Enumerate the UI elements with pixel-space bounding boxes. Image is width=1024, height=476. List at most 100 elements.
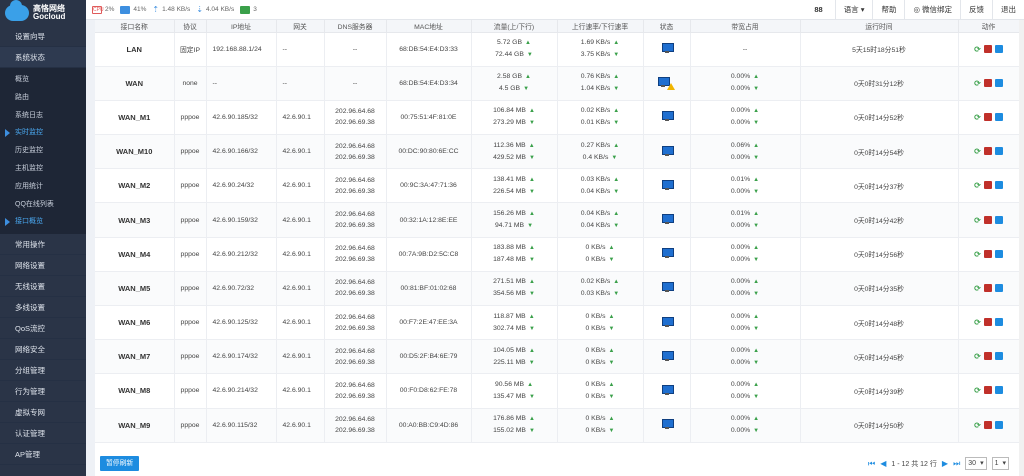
refresh-icon[interactable]: ⟳ xyxy=(974,352,981,361)
menu-item[interactable]: 网络安全 xyxy=(0,339,86,361)
rate-line: 0 KB/s ▼ xyxy=(558,425,643,437)
refresh-icon[interactable]: ⟳ xyxy=(974,318,981,327)
menu-item[interactable]: 网络设置 xyxy=(0,255,86,277)
menu-item[interactable]: 常用操作 xyxy=(0,234,86,256)
menu-item[interactable]: 设置向导 xyxy=(0,26,86,47)
menu-item[interactable]: 无线设置 xyxy=(0,276,86,298)
edit-icon[interactable] xyxy=(994,112,1003,121)
menu-item[interactable]: 系统状态 xyxy=(0,47,86,68)
last-page-icon[interactable]: ⏭ xyxy=(953,459,960,469)
bandwidth-line: 0.00% ▼ xyxy=(691,323,800,335)
disconnect-icon[interactable] xyxy=(983,352,992,361)
prev-page-icon[interactable]: ◀ xyxy=(880,459,886,468)
edit-icon[interactable] xyxy=(994,181,1003,190)
edit-icon[interactable] xyxy=(994,352,1003,361)
rate: 0.76 KB/s ▲ 1.04 KB/s ▼ xyxy=(557,66,644,101)
dns-servers: 202.96.64.68 202.96.69.38 xyxy=(324,168,387,204)
refresh-icon[interactable]: ⟳ xyxy=(974,216,981,225)
refresh-icon[interactable]: ⟳ xyxy=(974,79,981,88)
traffic: 118.87 MB ▲ 302.74 MB ▼ xyxy=(471,305,558,341)
refresh-icon[interactable]: ⟳ xyxy=(974,421,981,430)
edit-icon[interactable] xyxy=(994,386,1003,395)
bandwidth-line: 0.00% ▲ xyxy=(691,311,800,323)
menu-item[interactable]: QoS流控 xyxy=(0,318,86,340)
dns-server: 202.96.69.38 xyxy=(335,222,375,230)
edit-icon[interactable] xyxy=(994,318,1003,327)
menu-item[interactable]: 行为管理 xyxy=(0,381,86,403)
rate-value: 0.04 KB/s xyxy=(580,222,611,230)
disconnect-icon[interactable] xyxy=(983,420,992,429)
table-row: LAN 固定IP 192.168.88.1/24 -- -- 68:DB:54:E4:D3… xyxy=(95,32,1020,67)
refresh-icon[interactable]: ⟳ xyxy=(974,250,981,259)
edit-icon[interactable] xyxy=(994,249,1003,258)
refresh-icon[interactable]: ⟳ xyxy=(974,284,981,293)
traffic-value: 183.88 MB xyxy=(493,244,526,252)
rate-value: 0.03 KB/s xyxy=(580,175,611,183)
dns-servers: 202.96.64.68 202.96.69.38 xyxy=(324,100,387,136)
menu-item[interactable]: 虚拟专网 xyxy=(0,402,86,424)
up-arrow-icon: ▲ xyxy=(528,245,535,252)
scrollbar[interactable] xyxy=(1019,20,1024,476)
first-page-icon[interactable]: ⏮ xyxy=(868,459,875,469)
interface-name: WAN_M9 xyxy=(95,408,175,443)
disconnect-icon[interactable] xyxy=(983,318,992,327)
submenu-item[interactable]: 应用统计 xyxy=(0,178,86,196)
submenu-item[interactable]: 系统日志 xyxy=(0,107,86,125)
feedback-link[interactable]: 反馈 xyxy=(960,0,992,20)
edit-icon[interactable] xyxy=(994,78,1003,87)
table-row: WAN_M7 pppoe 42.6.90.174/32 42.6.90.1 202.96… xyxy=(95,339,1020,375)
menu-item[interactable]: 分组管理 xyxy=(0,360,86,382)
dns-server: 202.96.64.68 xyxy=(335,211,375,219)
submenu-item[interactable]: 接口概览 xyxy=(0,213,86,231)
edit-icon[interactable] xyxy=(994,44,1003,53)
traffic-value: 4.5 GB xyxy=(498,85,521,93)
pause-refresh-button[interactable]: 暂停刷新 xyxy=(100,456,140,471)
traffic-value: 155.02 MB xyxy=(493,427,526,435)
edit-icon[interactable] xyxy=(994,215,1003,224)
refresh-icon[interactable]: ⟳ xyxy=(974,45,981,54)
disconnect-icon[interactable] xyxy=(983,78,992,87)
edit-icon[interactable] xyxy=(994,283,1003,292)
refresh-icon[interactable]: ⟳ xyxy=(974,113,981,122)
refresh-icon[interactable]: ⟳ xyxy=(974,386,981,395)
menu-item[interactable]: 认证管理 xyxy=(0,423,86,445)
disconnect-icon[interactable] xyxy=(983,44,992,53)
page-size-select[interactable]: 30 ▾ xyxy=(965,457,987,470)
logout-link[interactable]: 退出 xyxy=(992,0,1024,20)
submenu-item[interactable]: 路由 xyxy=(0,89,86,107)
action-buttons: ⟳ xyxy=(959,318,1019,327)
disconnect-icon[interactable] xyxy=(983,112,992,121)
language-menu[interactable]: 语言 ▾ xyxy=(834,0,873,20)
wechat-bind-link[interactable]: ◎ 微信绑定 xyxy=(904,0,960,20)
bandwidth-usage: 0.00% ▲ 0.00% ▼ xyxy=(690,305,801,341)
menu-item[interactable]: 多线设置 xyxy=(0,297,86,319)
disconnect-icon[interactable] xyxy=(983,147,992,156)
disconnect-icon[interactable] xyxy=(983,249,992,258)
submenu-item[interactable]: 概览 xyxy=(0,71,86,89)
edit-icon[interactable] xyxy=(994,420,1003,429)
gateway: 42.6.90.1 xyxy=(276,202,325,238)
interface-name: WAN_M4 xyxy=(95,237,175,272)
submenu-item[interactable]: QQ在线列表 xyxy=(0,196,86,214)
message-count[interactable]: 88 xyxy=(806,0,834,20)
mac-address: 00:F0:D8:62:FE:78 xyxy=(386,373,472,409)
next-page-icon[interactable]: ▶ xyxy=(942,459,948,468)
actions: ⟳ xyxy=(958,373,1020,409)
help-link[interactable]: 帮助 xyxy=(872,0,904,20)
menu-item[interactable]: AP管理 xyxy=(0,444,86,466)
page-select[interactable]: 1 ▾ xyxy=(991,457,1009,470)
disconnect-icon[interactable] xyxy=(983,283,992,292)
disconnect-icon[interactable] xyxy=(983,215,992,224)
refresh-icon[interactable]: ⟳ xyxy=(974,147,981,156)
traffic-value: 72.44 GB xyxy=(495,51,524,59)
disconnect-icon[interactable] xyxy=(983,181,992,190)
terminals-stat[interactable]: 3 xyxy=(240,5,257,14)
disconnect-icon[interactable] xyxy=(983,386,992,395)
submenu-item[interactable]: 实时监控 xyxy=(0,124,86,142)
submenu-item[interactable]: 历史监控 xyxy=(0,142,86,160)
submenu-system-status: 概览 路由 系统日志 实时监控 历史监控 主机监控 应用统计 QQ在线列表 接口概览 xyxy=(0,68,86,235)
refresh-icon[interactable]: ⟳ xyxy=(974,181,981,190)
edit-icon[interactable] xyxy=(994,147,1003,156)
submenu-item[interactable]: 主机监控 xyxy=(0,160,86,178)
gateway: 42.6.90.1 xyxy=(276,134,325,170)
